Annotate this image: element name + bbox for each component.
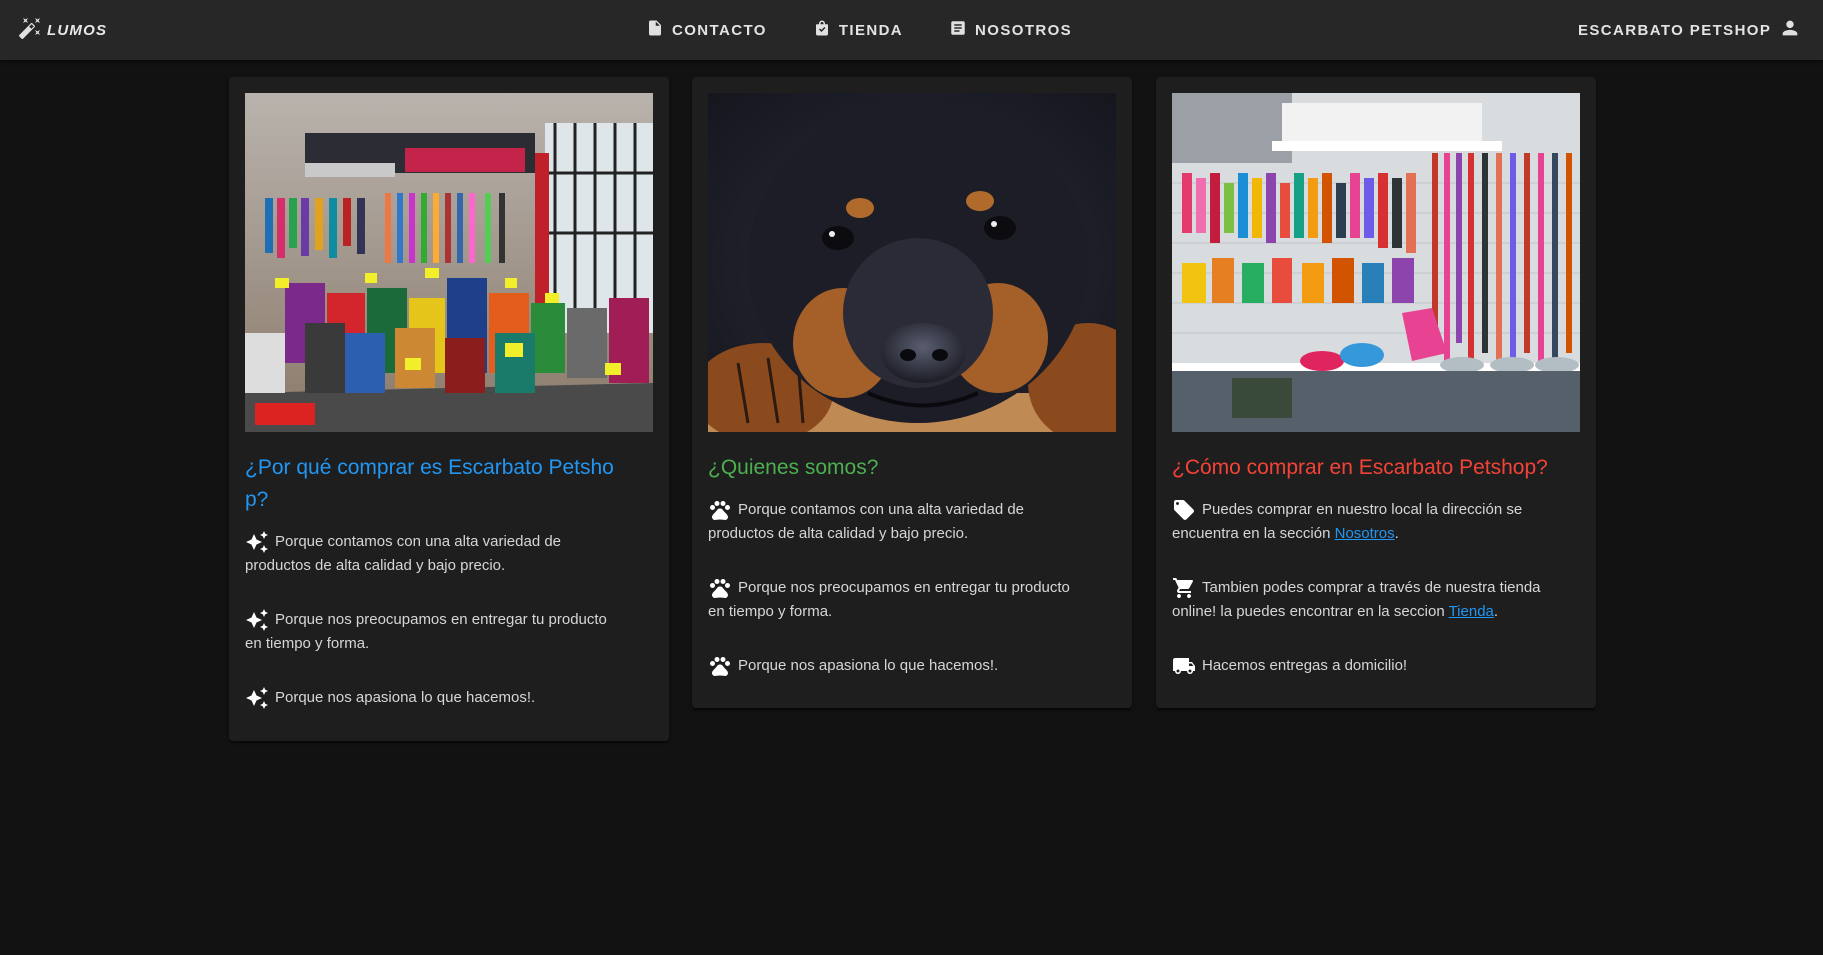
card-title: ¿Quienes somos? (708, 456, 879, 479)
nav-contacto-button[interactable]: CONTACTO (630, 10, 783, 50)
nav-contacto-label: CONTACTO (672, 21, 767, 39)
paw-icon (708, 576, 732, 600)
list-item-text: Porque nos apasiona lo que hacemos!. (738, 657, 999, 674)
list-item-text: Porque contamos con una alta variedad de… (245, 533, 562, 574)
card-why-buy: ¿Por qué comprar es Escarbato Petshop? P… (229, 77, 669, 741)
magic-wand-icon (18, 16, 42, 45)
nav-nosotros-label: NOSOTROS (975, 21, 1073, 39)
list-item-text-end: . (1394, 525, 1399, 542)
shop-name-button[interactable]: ESCARBATO PETSHOP (1578, 0, 1771, 60)
list-item-text: Porque nos apasiona lo que hacemos!. (275, 689, 536, 706)
account-button[interactable] (1776, 16, 1804, 44)
nosotros-link[interactable]: Nosotros (1335, 525, 1395, 542)
pet-store-interior-photo (245, 93, 653, 432)
nav-tienda-button[interactable]: TIENDA (797, 10, 919, 50)
list-item-text: Porque nos preocupamos en entregar tu pr… (245, 611, 607, 652)
cart-icon (1172, 576, 1196, 600)
main-nav: CONTACTO TIENDA NOSOTROS (630, 0, 1102, 60)
list-item: Porque nos preocupamos en entregar tu pr… (708, 576, 1088, 624)
list-item: Puedes comprar en nuestro local la direc… (1172, 498, 1552, 546)
list-item: Tambien podes comprar a través de nuestr… (1172, 576, 1552, 624)
article-icon (949, 19, 967, 41)
paw-icon (708, 654, 732, 678)
paw-icon (708, 498, 732, 522)
tag-icon (1172, 498, 1196, 522)
list-item: Porque nos apasiona lo que hacemos!. (245, 686, 625, 710)
list-item: Porque contamos con una alta variedad de… (245, 530, 625, 578)
card-how-to-buy: ¿Cómo comprar en Escarbato Petshop? Pued… (1156, 77, 1596, 708)
list-item-text: Porque contamos con una alta variedad de… (708, 501, 1025, 542)
sparkles-icon (245, 608, 269, 632)
list-item: Porque nos preocupamos en entregar tu pr… (245, 608, 625, 656)
card-title: ¿Cómo comprar en Escarbato Petshop? (1172, 456, 1548, 479)
shopping-bag-icon (813, 19, 831, 41)
brand-logo[interactable]: LUMOS (18, 0, 107, 60)
truck-icon (1172, 654, 1196, 678)
list-item-text: Porque nos preocupamos en entregar tu pr… (708, 579, 1070, 620)
list-item-text-end: . (1493, 603, 1499, 620)
sparkles-icon (245, 530, 269, 554)
list-item-text: Hacemos entregas a domicilio! (1202, 657, 1408, 674)
pet-accessories-wall-photo (1172, 93, 1580, 432)
card-title: ¿Por qué comprar es Escarbato Petshop? (245, 456, 614, 511)
nav-nosotros-button[interactable]: NOSOTROS (933, 10, 1088, 50)
tienda-link[interactable]: Tienda (1449, 603, 1494, 620)
nav-tienda-label: TIENDA (838, 21, 904, 39)
contact-page-icon (646, 19, 664, 41)
sparkles-icon (245, 686, 269, 710)
app-bar: LUMOS CONTACTO TIENDA NOSOTROS ESCARBATO… (0, 0, 1823, 60)
list-item: Porque contamos con una alta variedad de… (708, 498, 1088, 546)
list-item: Hacemos entregas a domicilio! (1172, 654, 1552, 678)
account-icon (1779, 17, 1801, 44)
rottweiler-puppy-photo (708, 93, 1116, 432)
list-item: Porque nos apasiona lo que hacemos!. (708, 654, 1088, 678)
card-who-we-are: ¿Quienes somos? Porque contamos con una … (692, 77, 1132, 708)
brand-name: LUMOS (47, 21, 108, 39)
